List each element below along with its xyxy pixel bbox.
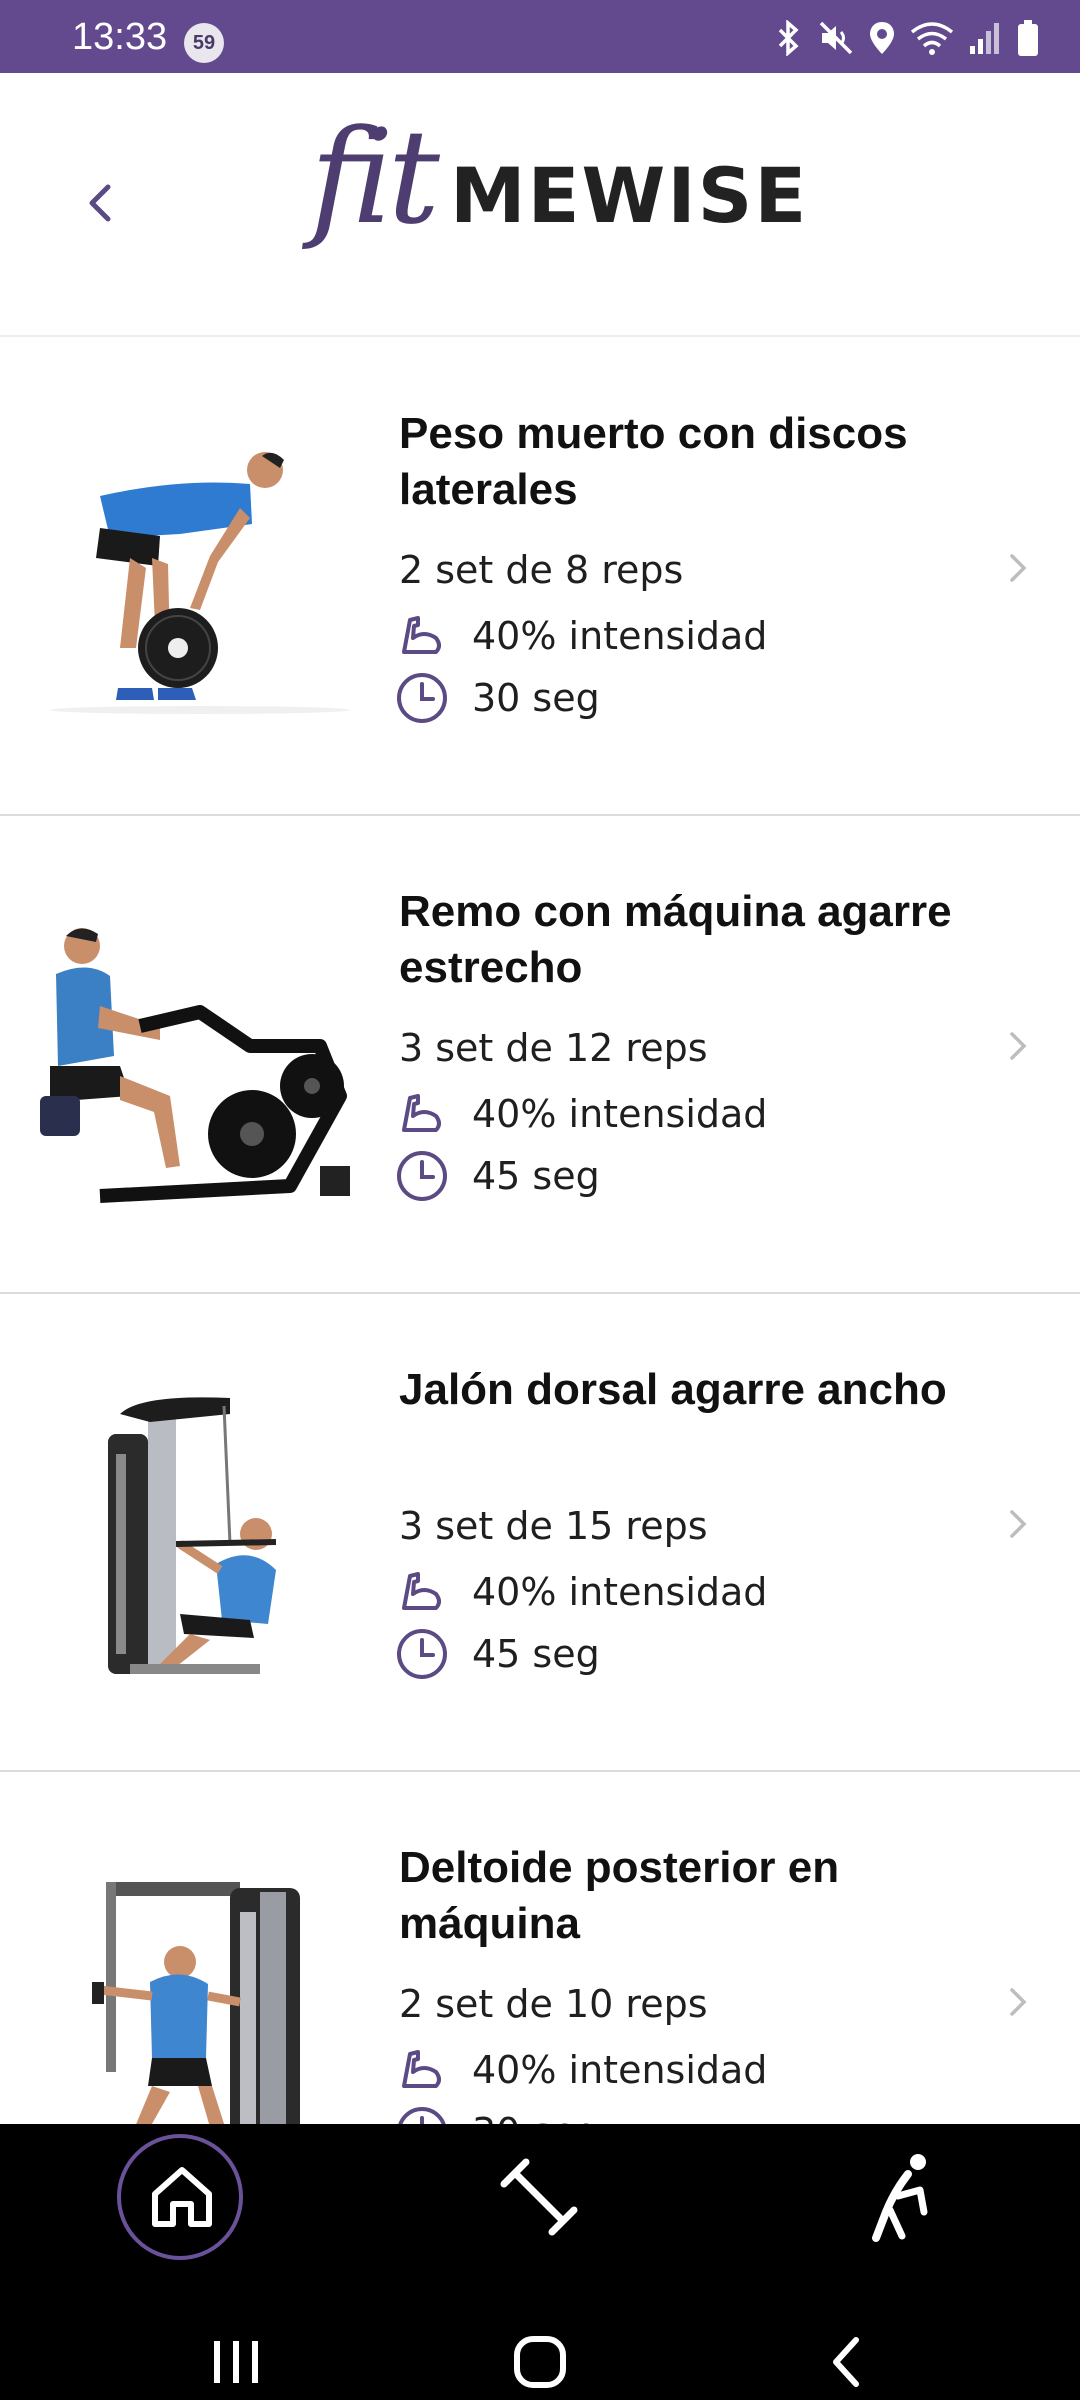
bicep-icon bbox=[402, 2050, 441, 2088]
exercise-sets: 3 set de 12 reps bbox=[399, 1026, 708, 1070]
bicep-icon bbox=[402, 1094, 441, 1132]
duration-text: 30 seg bbox=[472, 676, 600, 720]
exercise-row[interactable]: Peso muerto con discos laterales 2 set d… bbox=[0, 338, 1080, 816]
exercise-duration: 30 seg bbox=[394, 2104, 600, 2124]
logo-script: fit bbox=[310, 101, 440, 253]
notification-count-badge: 59 bbox=[184, 23, 224, 63]
exercise-thumbnail bbox=[40, 1872, 360, 2124]
location-icon bbox=[870, 22, 894, 54]
exercise-row[interactable]: Remo con máquina agarre estrecho 3 set d… bbox=[0, 816, 1080, 1294]
exercise-intensity: 40% intensidad bbox=[394, 1086, 767, 1142]
app-screen: 13:33 59 fit MEWISE Peso muerto con disc… bbox=[0, 0, 1080, 2400]
chevron-right-icon bbox=[1010, 1988, 1027, 2016]
mute-icon bbox=[819, 21, 853, 55]
logo-wordmark: MEWISE bbox=[450, 151, 809, 240]
app-header: fit MEWISE bbox=[0, 73, 1080, 337]
bluetooth-icon bbox=[778, 20, 799, 56]
nav-workout-button[interactable] bbox=[496, 2154, 582, 2245]
exercise-sets: 3 set de 15 reps bbox=[399, 1504, 708, 1548]
exercise-title: Jalón dorsal agarre ancho bbox=[399, 1365, 947, 1414]
clock-icon bbox=[397, 673, 447, 723]
dumbbell-icon bbox=[500, 2158, 578, 2236]
exercise-intensity: 40% intensidad bbox=[394, 608, 767, 664]
home-circle-icon[interactable] bbox=[512, 2334, 568, 2390]
home-icon bbox=[152, 2167, 212, 2227]
signal-icon bbox=[970, 23, 999, 54]
battery-icon bbox=[1018, 20, 1038, 56]
exercise-title: Remo con máquina agarre estrecho bbox=[399, 887, 952, 992]
intensity-text: 40% intensidad bbox=[472, 614, 768, 658]
clock-icon bbox=[397, 1629, 447, 1679]
chevron-right-icon bbox=[1010, 1510, 1027, 1538]
fitmewise-logo: fit MEWISE bbox=[300, 101, 806, 253]
bicep-icon bbox=[402, 1572, 441, 1610]
clock-icon bbox=[398, 2107, 446, 2124]
status-time: 13:33 bbox=[72, 16, 168, 58]
exercise-sets: 2 set de 10 reps bbox=[399, 1982, 708, 2026]
chevron-right-icon bbox=[1010, 554, 1027, 582]
bottom-navigation bbox=[0, 2124, 1080, 2400]
back-button[interactable] bbox=[80, 173, 140, 253]
exercise-duration: 30 seg bbox=[394, 670, 600, 726]
nav-home-button[interactable] bbox=[117, 2134, 243, 2260]
exercise-duration: 45 seg bbox=[394, 1626, 600, 1682]
intensity-text: 40% intensidad bbox=[472, 1092, 768, 1136]
status-bar: 13:33 59 bbox=[0, 0, 1080, 73]
nav-stretch-button[interactable] bbox=[868, 2152, 934, 2247]
chevron-right-icon bbox=[1010, 1032, 1027, 1060]
intensity-text: 40% intensidad bbox=[472, 2048, 768, 2092]
clock-icon bbox=[397, 1151, 447, 1201]
exercise-intensity: 40% intensidad bbox=[394, 2042, 767, 2098]
duration-text: 30 seg bbox=[472, 2110, 600, 2124]
intensity-text: 40% intensidad bbox=[472, 1570, 768, 1614]
exercise-thumbnail bbox=[40, 916, 360, 1206]
bicep-icon bbox=[402, 616, 441, 654]
exercise-row[interactable]: Jalón dorsal agarre ancho 3 set de 15 re… bbox=[0, 1294, 1080, 1772]
exercise-intensity: 40% intensidad bbox=[394, 1564, 767, 1620]
wifi-icon bbox=[910, 22, 954, 55]
back-icon[interactable] bbox=[826, 2334, 866, 2390]
chevron-left-icon bbox=[89, 184, 111, 222]
exercise-thumbnail bbox=[40, 1394, 360, 1684]
exercise-duration: 45 seg bbox=[394, 1148, 600, 1204]
exercise-list: Peso muerto con discos laterales 2 set d… bbox=[0, 338, 1080, 2124]
exercise-row[interactable]: Deltoide posterior en máquina 2 set de 1… bbox=[0, 1772, 1080, 2124]
exercise-title: Peso muerto con discos laterales bbox=[399, 409, 908, 514]
exercise-sets: 2 set de 8 reps bbox=[399, 548, 684, 592]
stretch-icon bbox=[872, 2154, 928, 2242]
duration-text: 45 seg bbox=[472, 1632, 600, 1676]
status-icons bbox=[774, 18, 1040, 58]
recent-apps-icon[interactable] bbox=[210, 2337, 262, 2387]
exercise-thumbnail bbox=[40, 438, 360, 728]
duration-text: 45 seg bbox=[472, 1154, 600, 1198]
exercise-title: Deltoide posterior en máquina bbox=[399, 1843, 840, 1948]
